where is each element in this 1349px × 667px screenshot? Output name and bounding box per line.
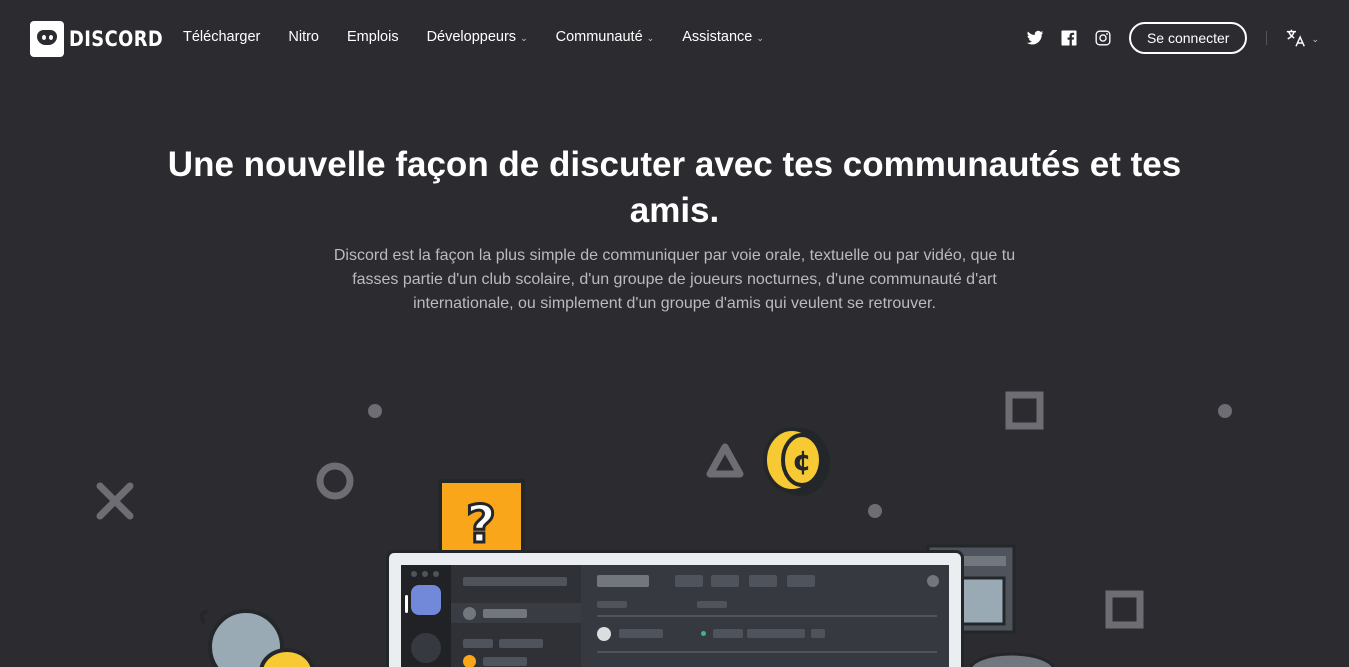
hero-title: Une nouvelle façon de discuter avec tes …	[167, 145, 1182, 230]
nav-right: Se connecter ⌄	[1011, 22, 1319, 54]
translate-icon	[1287, 29, 1306, 47]
top-navigation: DISCORD Télécharger Nitro Emplois Dévelo…	[0, 0, 1349, 76]
discord-logo-icon	[30, 21, 64, 57]
square-shape	[1105, 590, 1144, 629]
instagram-icon[interactable]	[1093, 28, 1113, 48]
nav-link-nitro[interactable]: Nitro	[288, 29, 319, 45]
divider	[1266, 31, 1268, 45]
nav-links: Télécharger Nitro Emplois Développeurs ⌄ …	[183, 29, 792, 45]
coin-icon: ¢	[763, 427, 830, 496]
chevron-down-icon: ⌄	[1311, 33, 1319, 44]
app-screen-illustration	[401, 565, 949, 667]
chevron-down-icon: ⌄	[756, 32, 764, 43]
chevron-down-icon: ⌄	[646, 32, 655, 43]
dot-shape	[368, 404, 382, 418]
laptop-illustration	[386, 550, 964, 667]
nav-link-emplois[interactable]: Emplois	[347, 29, 399, 45]
ring-shape	[316, 462, 354, 500]
controller-icon	[969, 652, 1055, 667]
facebook-icon[interactable]	[1059, 28, 1079, 48]
svg-text:?: ?	[466, 495, 496, 555]
channel-list-illustration	[451, 565, 581, 667]
login-button[interactable]: Se connecter	[1128, 22, 1248, 54]
nav-link-communaute[interactable]: Communauté ⌄	[556, 29, 655, 45]
dot-shape	[868, 504, 882, 518]
server-list-illustration	[401, 565, 451, 667]
nav-link-telecharger[interactable]: Télécharger	[183, 29, 260, 45]
square-shape	[1005, 391, 1044, 430]
triangle-shape	[706, 443, 744, 478]
svg-text:¢: ¢	[792, 444, 811, 477]
discord-logo[interactable]: DISCORD	[30, 21, 180, 57]
question-block-icon: ?	[438, 479, 525, 557]
hero-subtitle: Discord est la façon la plus simple de c…	[333, 247, 1016, 312]
chat-area-illustration	[581, 565, 949, 667]
x-shape	[96, 482, 134, 520]
nav-link-developpeurs[interactable]: Développeurs ⌄	[427, 29, 528, 45]
chevron-down-icon: ⌄	[520, 32, 528, 43]
language-selector[interactable]: ⌄	[1285, 27, 1319, 49]
nav-link-assistance[interactable]: Assistance ⌄	[682, 29, 764, 45]
dot-shape	[1218, 404, 1232, 418]
hero-illustration: ¢ ?	[0, 380, 1349, 667]
brand-name: DISCORD	[69, 27, 164, 51]
twitter-icon[interactable]	[1025, 28, 1045, 48]
